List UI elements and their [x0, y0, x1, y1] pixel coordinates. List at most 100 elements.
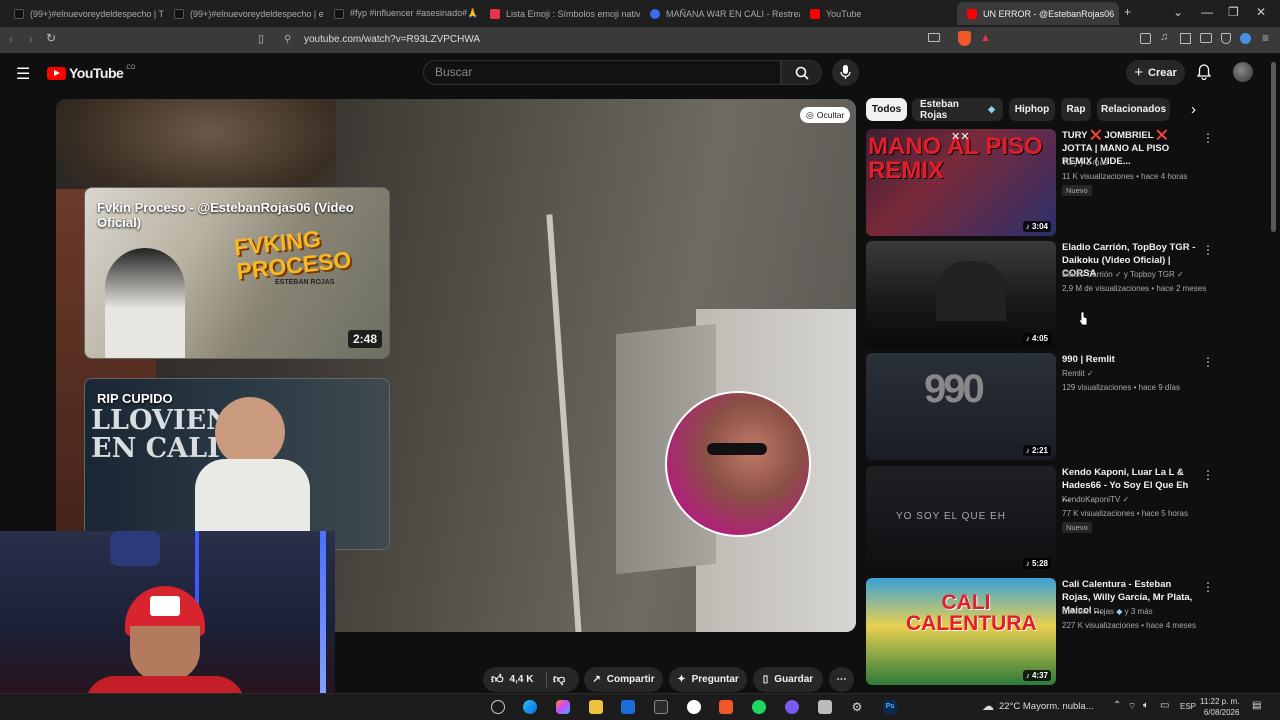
card-duration: 2:48: [347, 330, 382, 348]
obs-icon[interactable]: [687, 700, 701, 714]
rewards-icon[interactable]: ▲: [980, 32, 991, 44]
video-title[interactable]: 990 | Remlit: [1062, 353, 1198, 366]
photoshop-icon[interactable]: Ps: [883, 700, 897, 714]
artist-figure: [105, 248, 185, 358]
browser-tab[interactable]: (99+)#elnuevoreydeldespecho | Tik: [4, 2, 164, 25]
endscreen-video-card[interactable]: LLOVIENDO EN CALI RIP CUPIDO: [84, 378, 390, 550]
chip-hiphop[interactable]: Hiphop: [1009, 98, 1055, 121]
browser-tab-active[interactable]: UN ERROR - @EstebanRojas06✕: [957, 2, 1119, 25]
edge-icon[interactable]: [523, 700, 537, 714]
notifications-bell-icon[interactable]: [1197, 64, 1211, 80]
battery-icon[interactable]: ▭: [1160, 700, 1169, 711]
clock[interactable]: 11:22 p. m. 6/08/2026: [1200, 696, 1239, 718]
voice-search-button[interactable]: [832, 59, 859, 86]
vpn-icon[interactable]: [1221, 33, 1231, 44]
browser-tab[interactable]: MAÑANA W4R EN CALI - Restream: [640, 2, 800, 25]
recommendation-item[interactable]: MANO AL PISO REMIX ✕✕ ♪ 3:04 TURY ❌ JOMB…: [866, 129, 1214, 237]
create-button[interactable]: + Crear: [1126, 60, 1185, 85]
spotify-icon[interactable]: [752, 700, 766, 714]
chip-esteban-rojas[interactable]: Esteban Rojas ◆: [912, 98, 1003, 121]
youtube-icon: [967, 8, 977, 19]
copilot-icon[interactable]: [556, 700, 570, 714]
video-thumbnail[interactable]: 990 ♪ 2:21: [866, 353, 1056, 460]
hide-cards-button[interactable]: ◎ Ocultar: [800, 107, 851, 123]
recommendation-item[interactable]: 990 ♪ 2:21 990 | Remlit Remlit ✓ 129 vis…: [866, 353, 1214, 461]
brave-shield-icon[interactable]: [958, 31, 971, 46]
channel-subscribe-avatar[interactable]: [665, 391, 811, 537]
browser-tab[interactable]: #fyp #influencer #asesinado#🙏 #: [324, 2, 480, 25]
volume-icon[interactable]: 🔈︎: [1143, 700, 1149, 711]
extensions-icon[interactable]: [1140, 33, 1151, 44]
menu-icon[interactable]: ≡: [1262, 31, 1269, 45]
close-window-icon[interactable]: ✕: [1256, 5, 1266, 19]
chip-relacionados[interactable]: Relacionados: [1097, 98, 1170, 121]
recommendation-item[interactable]: YO SOY EL QUE EH ♪ 5:28 Kendo Kaponi, Lu…: [866, 466, 1214, 574]
file-explorer-icon[interactable]: [589, 700, 603, 714]
site-info-icon[interactable]: ⚲: [284, 31, 291, 49]
recommendation-item[interactable]: CALI CALENTURA ♪ 4:37 Cali Calentura - E…: [866, 578, 1214, 686]
store-icon[interactable]: [654, 700, 668, 714]
video-thumbnail[interactable]: ♪ 4:05: [866, 241, 1056, 348]
chevron-right-icon[interactable]: ›: [1191, 101, 1196, 118]
cast-icon[interactable]: [928, 33, 940, 42]
video-thumbnail[interactable]: YO SOY EL QUE EH ♪ 5:28: [866, 466, 1056, 573]
back-icon[interactable]: ‹: [9, 32, 13, 46]
channel-name[interactable]: Remlit ✓: [1062, 369, 1094, 378]
browser-tab[interactable]: (99+)#elnuevoreydeldespecho | el n: [164, 2, 324, 25]
ask-button[interactable]: ✦ Preguntar: [669, 667, 747, 692]
channel-name[interactable]: KendoKaponiTV ✓: [1062, 495, 1129, 504]
group-figure: [936, 261, 1006, 321]
language-indicator[interactable]: ESP: [1180, 702, 1196, 711]
bookmark-icon[interactable]: ▯: [258, 32, 264, 45]
search-button[interactable]: [781, 60, 822, 85]
url-bar[interactable]: ⚲ youtube.com/watch?v=R93LZVPCHWA: [278, 31, 1000, 49]
channel-name[interactable]: Eladio Carrión ✓ y Topboy TGR ✓: [1062, 270, 1184, 279]
video-thumbnail[interactable]: CALI CALENTURA ♪ 4:37: [866, 578, 1056, 685]
chip-rap[interactable]: Rap: [1061, 98, 1091, 121]
more-options-icon[interactable]: ⋮: [1202, 468, 1214, 482]
account-avatar[interactable]: [1233, 62, 1253, 82]
video-thumbnail[interactable]: MANO AL PISO REMIX ✕✕ ♪ 3:04: [866, 129, 1056, 236]
browser-tab[interactable]: YouTube: [800, 2, 950, 25]
browser-tab[interactable]: Lista Emoji : Símbolos emoji nativos: [480, 2, 640, 25]
recommendation-item[interactable]: ♪ 4:05 Eladio Carrión, TopBoy TGR - Daik…: [866, 241, 1214, 349]
wifi-icon[interactable]: ⌔: [1128, 701, 1136, 712]
youtube-logo[interactable]: YouTube CO: [47, 65, 135, 81]
channel-name[interactable]: Tury y 2 más: [1062, 158, 1108, 167]
new-tab-icon[interactable]: +: [1124, 5, 1131, 19]
like-count[interactable]: 4,4 K: [510, 674, 534, 685]
media-icon[interactable]: ♫: [1160, 31, 1168, 43]
more-options-icon[interactable]: ⋮: [1202, 355, 1214, 369]
search-input[interactable]: Buscar: [423, 60, 781, 85]
more-options-icon[interactable]: ⋮: [1202, 243, 1214, 257]
scrollbar-thumb[interactable]: [1271, 62, 1276, 232]
endscreen-video-card[interactable]: FVKING PROCESO ESTEBAN ROJAS Fvkin Proce…: [84, 187, 390, 359]
outlook-icon[interactable]: [621, 700, 635, 714]
chip-todos[interactable]: Todos: [866, 98, 907, 121]
thumbs-up-icon[interactable]: 👍︎: [491, 672, 504, 687]
channel-name[interactable]: Esteban Rojas ◆ y 3 más: [1062, 607, 1153, 616]
hamburger-menu-icon[interactable]: ☰: [16, 64, 30, 84]
wallet-icon[interactable]: [1200, 33, 1212, 43]
more-options-icon[interactable]: ⋮: [1202, 580, 1214, 594]
thumbs-down-icon[interactable]: 👎︎: [553, 672, 565, 687]
taskbar-search-icon[interactable]: [491, 700, 505, 714]
minimize-icon[interactable]: —: [1201, 5, 1213, 19]
reload-icon[interactable]: ↻: [46, 31, 56, 45]
maximize-icon[interactable]: ❐: [1228, 5, 1239, 19]
notification-center-icon[interactable]: ▤: [1252, 700, 1261, 711]
more-actions-button[interactable]: ⋯: [829, 667, 854, 692]
forward-icon[interactable]: ›: [29, 32, 33, 46]
share-button[interactable]: ↗ Compartir: [584, 667, 663, 692]
discord-icon[interactable]: [785, 700, 799, 714]
app-icon[interactable]: [818, 700, 832, 714]
brave-icon[interactable]: [719, 700, 733, 714]
settings-gear-icon[interactable]: ⚙: [850, 700, 864, 714]
weather-widget[interactable]: ☁ 22°C Mayorm. nubla...: [982, 699, 1094, 713]
profile-icon[interactable]: [1240, 33, 1251, 44]
sidebar-icon[interactable]: [1180, 33, 1191, 44]
tray-chevron-up-icon[interactable]: ⌃: [1113, 700, 1121, 711]
save-button[interactable]: ▯ Guardar: [753, 667, 823, 692]
chevron-down-icon[interactable]: ⌄: [1173, 5, 1183, 19]
more-options-icon[interactable]: ⋮: [1202, 131, 1214, 145]
